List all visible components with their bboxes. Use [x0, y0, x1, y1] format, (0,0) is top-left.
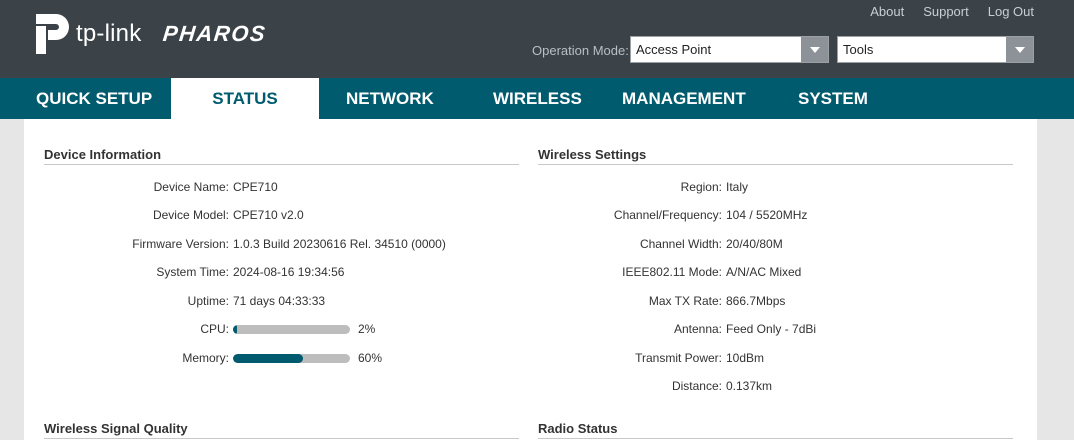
- section-divider: [538, 164, 1013, 165]
- region-label: Region:: [680, 180, 722, 194]
- antenna-label: Antenna:: [673, 322, 722, 336]
- ieee-mode-row: IEEE802.11 Mode: A/N/AC Mixed: [24, 264, 801, 280]
- operation-mode-select[interactable]: Access Point: [630, 36, 829, 63]
- channel-frequency-label: Channel/Frequency:: [613, 208, 722, 222]
- chevron-down-icon[interactable]: [1006, 37, 1033, 62]
- channel-frequency-value: 104 / 5520MHz: [726, 208, 808, 222]
- section-divider: [538, 438, 1013, 439]
- tp-link-logo[interactable]: tp-link PHAROS: [22, 12, 268, 56]
- radio-status-title: Radio Status: [538, 421, 618, 436]
- transmit-power-value: 10dBm: [726, 351, 765, 365]
- tab-network[interactable]: NETWORK: [346, 78, 434, 119]
- antenna-value: Feed Only - 7dBi: [726, 322, 817, 336]
- top-header: tp-link PHAROS About Support Log Out Ope…: [0, 0, 1074, 78]
- max-tx-rate-label: Max TX Rate:: [648, 294, 722, 308]
- tab-status[interactable]: STATUS: [171, 78, 319, 119]
- distance-value: 0.137km: [726, 379, 773, 393]
- ieee-mode-value: A/N/AC Mixed: [726, 265, 802, 279]
- top-links: About Support Log Out: [870, 4, 1034, 19]
- tab-system[interactable]: SYSTEM: [798, 78, 868, 119]
- logout-link[interactable]: Log Out: [988, 4, 1034, 19]
- section-divider: [44, 164, 519, 165]
- about-link[interactable]: About: [870, 4, 904, 19]
- channel-width-value: 20/40/80M: [726, 237, 783, 251]
- region-row: Region: Italy: [24, 179, 748, 195]
- main-nav: QUICK SETUP STATUS NETWORK WIRELESS MANA…: [0, 78, 1074, 119]
- tab-quick-setup[interactable]: QUICK SETUP: [36, 78, 152, 119]
- ieee-mode-label: IEEE802.11 Mode:: [622, 265, 722, 279]
- wireless-settings-title: Wireless Settings: [538, 147, 647, 162]
- tp-link-logo-icon: [36, 14, 69, 54]
- channel-width-label: Channel Width:: [639, 237, 722, 251]
- transmit-power-row: Transmit Power: 10dBm: [24, 350, 764, 366]
- tab-wireless[interactable]: WIRELESS: [493, 78, 582, 119]
- max-tx-rate-row: Max TX Rate: 866.7Mbps: [24, 293, 786, 309]
- wireless-signal-quality-title: Wireless Signal Quality: [44, 421, 188, 436]
- max-tx-rate-value: 866.7Mbps: [726, 294, 786, 308]
- product-name: PHAROS: [162, 21, 268, 46]
- distance-label: Distance:: [671, 379, 722, 393]
- tab-management[interactable]: MANAGEMENT: [622, 78, 746, 119]
- distance-row: Distance: 0.137km: [24, 378, 772, 394]
- support-link[interactable]: Support: [923, 4, 969, 19]
- operation-mode-value: Access Point: [636, 42, 712, 57]
- tools-select[interactable]: Tools: [837, 36, 1034, 63]
- tools-value: Tools: [843, 42, 874, 57]
- device-information-title: Device Information: [44, 147, 162, 162]
- channel-frequency-row: Channel/Frequency: 104 / 5520MHz: [24, 207, 807, 223]
- operation-mode-label: Operation Mode:: [532, 43, 629, 58]
- status-content: Device Information Device Name: CPE710 D…: [24, 119, 1037, 440]
- chevron-down-icon[interactable]: [801, 37, 828, 62]
- brand-name: tp-link: [76, 20, 142, 47]
- section-divider: [44, 438, 519, 439]
- channel-width-row: Channel Width: 20/40/80M: [24, 236, 783, 252]
- transmit-power-label: Transmit Power:: [635, 351, 722, 365]
- antenna-row: Antenna: Feed Only - 7dBi: [24, 321, 816, 337]
- region-value: Italy: [726, 180, 749, 194]
